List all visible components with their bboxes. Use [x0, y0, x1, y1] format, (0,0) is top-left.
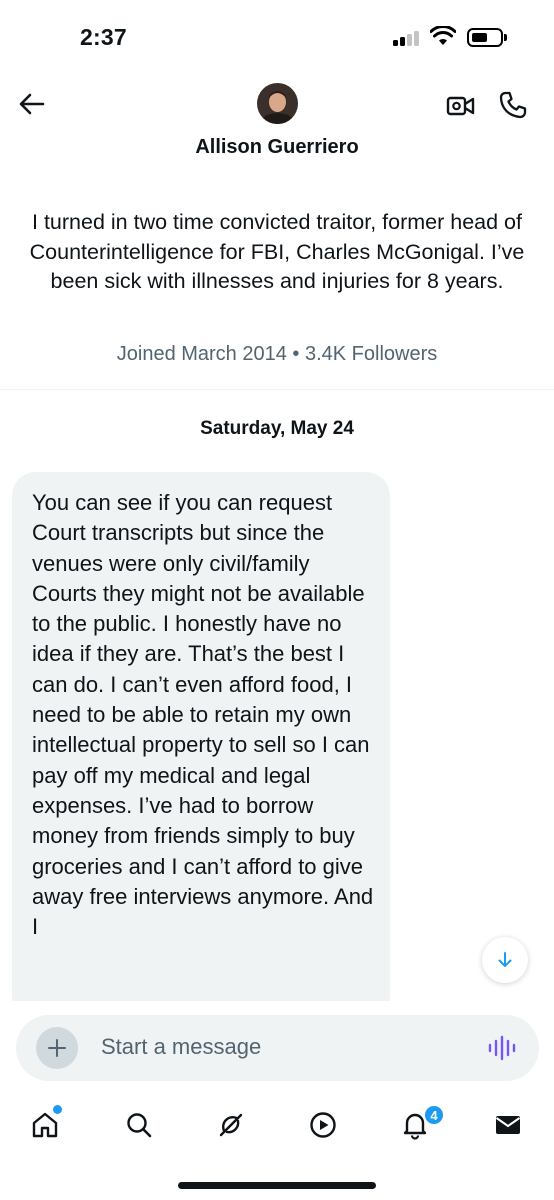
notification-badge: 4	[423, 1104, 445, 1126]
home-icon	[32, 1112, 58, 1138]
home-indicator	[178, 1182, 376, 1189]
tab-grok[interactable]	[209, 1100, 253, 1150]
message-composer: Start a message	[16, 1015, 539, 1081]
messages-icon	[495, 1116, 521, 1134]
scroll-to-bottom-button[interactable]	[482, 937, 528, 983]
search-icon	[127, 1113, 152, 1138]
message-input[interactable]: Start a message	[101, 1034, 441, 1060]
plus-icon	[48, 1039, 66, 1057]
arrow-down-icon	[498, 952, 512, 967]
voice-message-icon[interactable]	[488, 1035, 516, 1061]
tab-bar	[0, 1100, 554, 1150]
tab-video[interactable]	[301, 1100, 345, 1150]
tab-messages[interactable]	[486, 1100, 530, 1150]
add-media-button[interactable]	[36, 1027, 78, 1069]
video-icon	[310, 1112, 336, 1138]
message-bubble[interactable]: You can see if you can request Court tra…	[12, 472, 390, 1001]
tab-search[interactable]	[117, 1100, 161, 1150]
grok-icon	[219, 1113, 243, 1137]
message-text: You can see if you can request Court tra…	[32, 490, 374, 940]
message-list[interactable]: You can see if you can request Court tra…	[0, 0, 554, 1001]
home-unread-dot	[53, 1105, 62, 1114]
